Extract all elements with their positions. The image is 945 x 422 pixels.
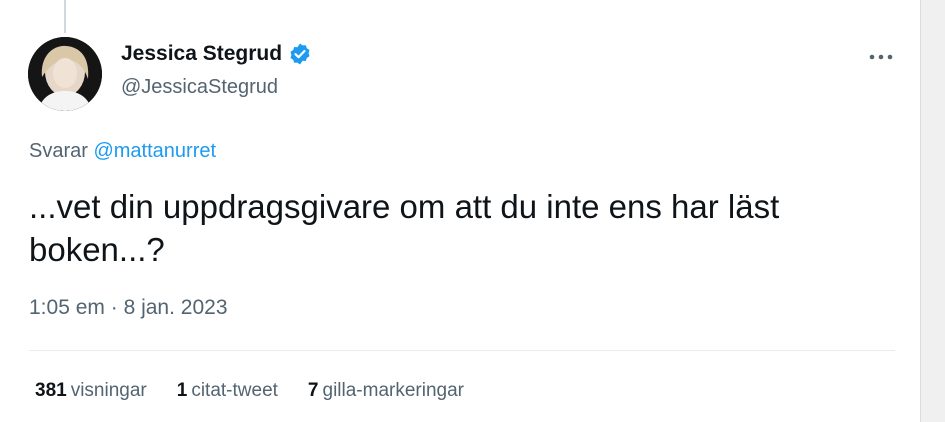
more-dots-icon bbox=[869, 54, 893, 60]
reply-prefix: Svarar bbox=[29, 140, 88, 162]
tweet-timestamp[interactable]: 1:05 em · 8 jan. 2023 bbox=[29, 296, 228, 320]
author-name-row: Jessica Stegrud bbox=[121, 42, 312, 66]
reply-mention-link[interactable]: @mattanurret bbox=[93, 140, 216, 162]
views-count: 381 bbox=[35, 380, 67, 401]
reply-context: Svarar @mattanurret bbox=[29, 140, 216, 163]
divider bbox=[29, 350, 895, 351]
timestamp-separator: · bbox=[110, 296, 118, 319]
avatar[interactable] bbox=[28, 37, 102, 111]
views-stat: 381 visningar bbox=[35, 380, 147, 402]
more-options-button[interactable] bbox=[864, 40, 898, 74]
quotes-label: citat-tweet bbox=[191, 380, 278, 401]
tweet-card: Jessica Stegrud @JessicaStegrud Svarar @… bbox=[0, 0, 921, 422]
profile-photo-icon bbox=[28, 37, 102, 111]
quote-tweets-stat[interactable]: 1 citat-tweet bbox=[177, 380, 278, 402]
thread-connector-line bbox=[64, 0, 66, 33]
likes-count: 7 bbox=[307, 380, 319, 401]
likes-stat[interactable]: 7 gilla-markeringar bbox=[308, 380, 464, 402]
quotes-count: 1 bbox=[176, 380, 188, 401]
tweet-stats: 381 visningar 1 citat-tweet 7 gilla-markeri… bbox=[35, 380, 464, 402]
author-handle[interactable]: @JessicaStegrud bbox=[121, 76, 278, 99]
views-label: visningar bbox=[70, 380, 147, 401]
verified-badge-icon bbox=[288, 42, 312, 66]
tweet-text: ...vet din uppdragsgivare om att du inte… bbox=[29, 188, 780, 268]
tweet-time: 1:05 em bbox=[29, 296, 105, 319]
likes-label: gilla-markeringar bbox=[322, 380, 465, 401]
tweet-date: 8 jan. 2023 bbox=[123, 296, 228, 319]
author-display-name[interactable]: Jessica Stegrud bbox=[121, 42, 282, 66]
